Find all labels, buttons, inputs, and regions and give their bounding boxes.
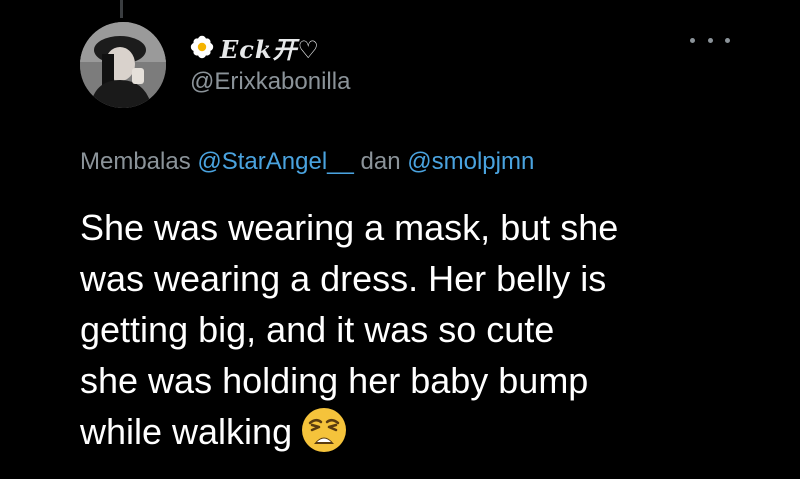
tweet-text-line: getting big, and it was so cute [80, 309, 555, 350]
tweet-text-last-line: while walking [80, 406, 780, 457]
display-name[interactable]: Eck开♡ [220, 30, 320, 65]
tweet-text-line: She was wearing a mask, but she [80, 207, 619, 248]
tweet-text-line: was wearing a dress. Her belly is [80, 258, 607, 299]
tweet-text: She was wearing a mask, but she was wear… [80, 202, 780, 457]
avatar[interactable] [80, 22, 166, 108]
more-icon[interactable] [690, 30, 730, 50]
more-dot [690, 37, 695, 43]
reply-prefix: Membalas [80, 148, 191, 175]
mention-link[interactable]: @StarAngel__ [197, 148, 353, 175]
reply-context: Membalas @StarAngel__ dan @smolpjmn [80, 148, 534, 176]
reply-conjunction: dan [360, 148, 401, 175]
tweet-text-line: while walking [80, 411, 293, 452]
name-row: Eck开♡ [190, 30, 350, 64]
more-dot [725, 37, 730, 43]
mention-link[interactable]: @smolpjmn [407, 148, 534, 175]
tweet-header: Eck开♡ @Erixkabonilla [190, 30, 350, 96]
avatar-photo [80, 22, 166, 108]
flower-icon [190, 35, 214, 59]
tweet-text-line: she was holding her baby bump [80, 360, 589, 401]
user-handle[interactable]: @Erixkabonilla [190, 68, 350, 96]
thread-connector-line [120, 0, 123, 18]
more-dot [707, 37, 713, 43]
weary-face-icon [300, 406, 348, 454]
